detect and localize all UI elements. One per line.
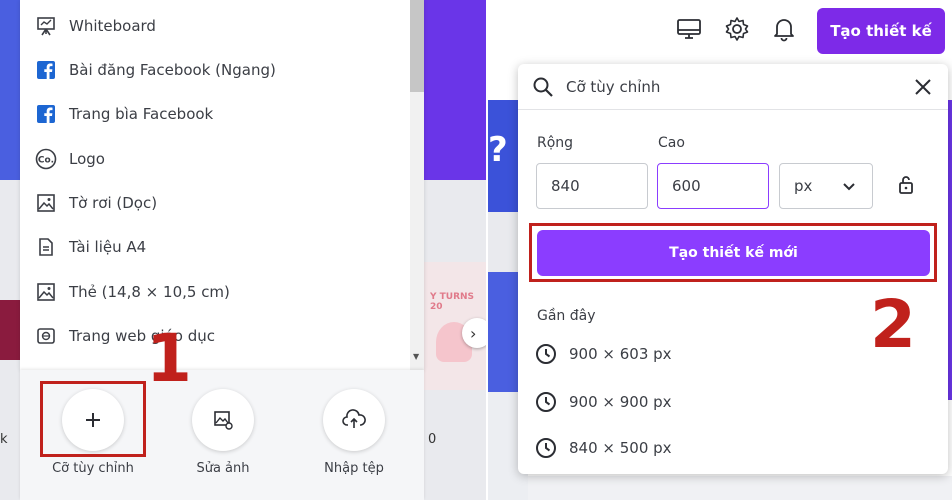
lock-icon[interactable]	[898, 175, 914, 199]
partial-label-left: k	[0, 432, 8, 447]
menu-item-label: Whiteboard	[69, 17, 156, 35]
image-icon	[35, 192, 57, 214]
web-icon	[35, 325, 57, 347]
import-file-button[interactable]	[323, 389, 385, 451]
unit-select-value: px	[794, 177, 813, 195]
quick-action-edit-photo[interactable]: Sửa ảnh	[183, 389, 263, 476]
image-icon	[35, 281, 57, 303]
logo-icon: Co.	[35, 148, 57, 170]
recent-item[interactable]: 900 × 603 px	[535, 343, 672, 365]
facebook-icon	[35, 59, 57, 81]
menu-item-label: Bài đăng Facebook (Ngang)	[69, 61, 276, 79]
clock-icon	[536, 344, 556, 364]
menu-item-facebook-post[interactable]: Bài đăng Facebook (Ngang)	[20, 48, 410, 92]
menu-item-flyer[interactable]: Tờ rơi (Dọc)	[20, 181, 410, 225]
menu-item-logo[interactable]: Co. Logo	[20, 137, 410, 181]
background-thumbnail-left	[0, 300, 20, 360]
menu-item-whiteboard[interactable]: Whiteboard	[20, 4, 410, 48]
recent-item-label: 900 × 900 px	[569, 393, 672, 411]
partial-label-right: 0	[428, 432, 437, 447]
background-bottom-strip	[528, 476, 952, 500]
annotation-step-number: 1	[146, 320, 192, 397]
height-input[interactable]: 600	[657, 163, 769, 209]
whiteboard-icon	[35, 15, 57, 37]
clock-icon	[536, 438, 556, 458]
create-design-button[interactable]: Tạo thiết kế	[817, 8, 945, 54]
search-icon	[532, 76, 554, 102]
recent-item[interactable]: 840 × 500 px	[535, 437, 672, 459]
background-banner-left	[0, 0, 20, 180]
banner-question-mark: ?	[488, 130, 508, 170]
annotation-highlight-create-button	[529, 223, 937, 282]
width-label: Rộng	[537, 135, 574, 151]
quick-action-import-file[interactable]: Nhập tệp	[314, 389, 394, 476]
clock-icon	[536, 392, 556, 412]
menu-item-education-website[interactable]: Trang web giáo dục	[20, 314, 410, 358]
recent-item[interactable]: 900 × 900 px	[535, 391, 672, 413]
thumbnail-text: Y TURNS 20	[430, 292, 475, 312]
edit-photo-button[interactable]	[192, 389, 254, 451]
recent-item-label: 840 × 500 px	[569, 439, 672, 457]
search-input[interactable]: Cỡ tùy chỉnh	[566, 76, 886, 98]
scroll-down-arrow-icon[interactable]: ▼	[413, 352, 419, 361]
menu-item-card[interactable]: Thẻ (14,8 × 10,5 cm)	[20, 270, 410, 314]
menu-scrollbar-thumb[interactable]	[410, 0, 424, 92]
gear-icon[interactable]	[724, 16, 750, 46]
menu-item-a4-document[interactable]: Tài liệu A4	[20, 225, 410, 269]
svg-text:Co.: Co.	[38, 156, 54, 166]
quick-action-label: Cỡ tùy chỉnh	[52, 461, 134, 476]
edit-image-icon	[214, 411, 233, 430]
menu-item-facebook-cover[interactable]: Trang bìa Facebook	[20, 92, 410, 136]
facebook-icon	[35, 103, 57, 125]
carousel-next-icon[interactable]: ›	[462, 318, 486, 348]
menu-item-label: Trang web giáo dục	[69, 327, 216, 345]
recent-heading: Gần đây	[537, 308, 596, 324]
upload-icon	[342, 409, 366, 428]
annotation-step-number: 2	[870, 286, 916, 363]
annotation-highlight-custom-size	[40, 381, 146, 457]
recent-item-label: 900 × 603 px	[569, 345, 672, 363]
chevron-down-icon	[843, 183, 855, 191]
quick-action-label: Nhập tệp	[324, 461, 384, 476]
document-icon	[35, 236, 57, 258]
menu-item-label: Thẻ (14,8 × 10,5 cm)	[69, 283, 230, 301]
background-banner-right	[424, 0, 486, 180]
bell-icon[interactable]	[772, 16, 796, 46]
width-input[interactable]: 840	[536, 163, 648, 209]
height-label: Cao	[658, 135, 685, 151]
desktop-icon[interactable]	[676, 16, 702, 46]
menu-item-label: Logo	[69, 150, 105, 168]
close-icon[interactable]	[913, 77, 933, 101]
menu-item-label: Trang bìa Facebook	[69, 105, 214, 123]
menu-item-label: Tờ rơi (Dọc)	[69, 194, 158, 212]
quick-action-label: Sửa ảnh	[196, 461, 250, 476]
unit-select[interactable]: px	[779, 163, 873, 209]
menu-item-label: Tài liệu A4	[69, 238, 147, 256]
